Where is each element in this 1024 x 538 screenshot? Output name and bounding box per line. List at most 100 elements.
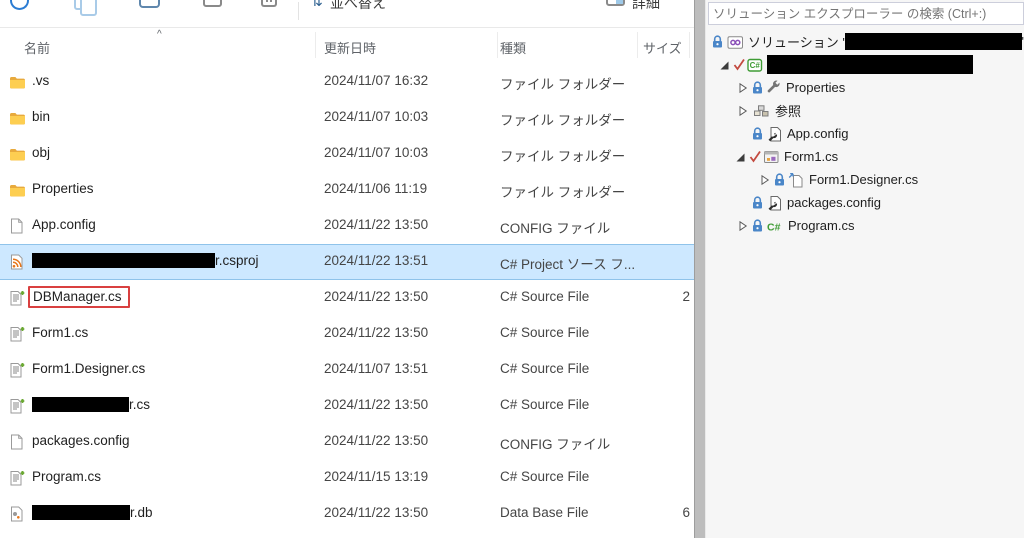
folder-icon	[9, 110, 25, 126]
file-name: packages.config	[32, 433, 130, 448]
table-row-selected[interactable]: r.csproj 2024/11/22 13:51 C# Project ソース…	[0, 244, 694, 280]
search-input[interactable]	[708, 2, 1024, 25]
tree-item-label: Form1.Designer.cs	[809, 172, 919, 187]
file-name: r.csproj	[32, 253, 259, 268]
file-name: Form1.cs	[32, 325, 89, 340]
copy-icon[interactable]	[74, 0, 97, 16]
table-row[interactable]: Form1.Designer.cs 2024/11/07 13:51 C# So…	[0, 352, 694, 388]
config-file-icon	[9, 434, 25, 450]
file-name: App.config	[32, 217, 96, 232]
details-icon[interactable]	[606, 0, 625, 6]
cs-file-icon	[9, 362, 25, 378]
tree-item-project[interactable]: C#	[706, 53, 1024, 76]
file-size: 2	[682, 289, 690, 304]
column-header-type[interactable]: 種類	[500, 38, 526, 57]
sort-button[interactable]: 並べ替え	[330, 0, 386, 13]
cs-file-icon	[9, 290, 25, 306]
toolbar-divider	[298, 2, 299, 20]
file-type: CONFIG ファイル	[500, 437, 611, 452]
file-name: DBManager.cs	[28, 286, 130, 308]
file-date: 2024/11/07 10:03	[324, 145, 429, 160]
file-name: obj	[32, 145, 51, 160]
table-row[interactable]: DBManager.cs 2024/11/22 13:50 C# Source …	[0, 280, 694, 316]
details-button[interactable]: 詳細	[632, 0, 660, 13]
table-row[interactable]: Form1.cs 2024/11/22 13:50 C# Source File	[0, 316, 694, 352]
tree-item-app-config[interactable]: App.config	[706, 122, 1024, 145]
file-date: 2024/11/07 13:51	[324, 361, 429, 376]
sort-caret-icon[interactable]: ^	[157, 29, 162, 40]
tree-item-packages-config[interactable]: packages.config	[706, 191, 1024, 214]
expand-collapsed-icon[interactable]	[734, 80, 750, 96]
expand-expanded-icon[interactable]	[732, 149, 748, 165]
tree-item-label: 参照	[775, 104, 802, 119]
solution-icon	[727, 35, 743, 49]
file-name: Form1.Designer.cs	[32, 361, 146, 376]
file-name: Program.cs	[32, 469, 102, 484]
cs-file-icon	[9, 326, 25, 342]
file-type: C# Source File	[500, 289, 590, 304]
table-row[interactable]: r.cs 2024/11/22 13:50 C# Source File	[0, 388, 694, 424]
file-type: C# Source File	[500, 397, 590, 412]
file-type: C# Source File	[500, 361, 590, 376]
lock-icon	[753, 195, 762, 208]
file-explorer-panel: ⇅ 並べ替え 詳細 ^ 名前 更新日時 種類 サイズ .vs 2024/11/0…	[0, 0, 694, 538]
tree-item-properties[interactable]: Properties	[706, 76, 1024, 99]
table-row[interactable]: .vs 2024/11/07 16:32 ファイル フォルダー	[0, 64, 694, 100]
undo-icon[interactable]	[10, 0, 29, 10]
file-name: r.cs	[32, 397, 150, 412]
sort-icon[interactable]: ⇅	[311, 0, 323, 10]
share-icon[interactable]	[203, 0, 222, 7]
file-date: 2024/11/22 13:51	[324, 253, 429, 268]
table-row[interactable]: packages.config 2024/11/22 13:50 CONFIG …	[0, 424, 694, 460]
lock-icon	[775, 172, 784, 185]
redaction-bar	[32, 505, 130, 520]
file-name: bin	[32, 109, 51, 124]
delete-icon[interactable]	[261, 0, 277, 7]
expand-expanded-icon[interactable]	[716, 57, 732, 73]
redaction-bar	[767, 55, 973, 74]
tree-item-program[interactable]: C# Program.cs	[706, 214, 1024, 237]
column-header-size[interactable]: サイズ	[643, 38, 682, 57]
table-row[interactable]: r.db 2024/11/22 13:50 Data Base File 6	[0, 496, 694, 532]
tree-item-label: Properties	[786, 80, 846, 95]
tree-item-label: ソリューション '	[748, 35, 845, 50]
column-header-row: ^ 名前 更新日時 種類 サイズ	[0, 28, 694, 64]
file-type: ファイル フォルダー	[500, 77, 626, 92]
file-type: C# Source File	[500, 325, 590, 340]
folder-icon	[9, 74, 25, 90]
file-type: CONFIG ファイル	[500, 221, 611, 236]
file-name: r.db	[32, 505, 153, 520]
file-date: 2024/11/15 13:19	[324, 469, 429, 484]
table-row[interactable]: bin 2024/11/07 10:03 ファイル フォルダー	[0, 100, 694, 136]
tree-item-label: Form1.cs	[784, 149, 839, 164]
redaction-bar	[32, 397, 129, 412]
file-name: Properties	[32, 181, 94, 196]
column-header-name[interactable]: 名前	[24, 38, 50, 57]
rename-icon[interactable]	[139, 0, 160, 8]
lock-icon	[753, 80, 762, 93]
svg-text:C#: C#	[767, 221, 781, 233]
table-row[interactable]: Program.cs 2024/11/15 13:19 C# Source Fi…	[0, 460, 694, 496]
file-type: C# Project ソース フ...	[500, 257, 636, 272]
tree-item-solution[interactable]: ソリューション ' '	[706, 30, 1024, 53]
lock-icon	[753, 218, 762, 231]
column-header-modified[interactable]: 更新日時	[324, 38, 376, 57]
file-date: 2024/11/22 13:50	[324, 433, 429, 448]
table-row[interactable]: Properties 2024/11/06 11:19 ファイル フォルダー	[0, 172, 694, 208]
config-wrench-file-icon	[768, 195, 781, 210]
expand-collapsed-icon[interactable]	[756, 172, 772, 188]
file-type: ファイル フォルダー	[500, 113, 626, 128]
expand-collapsed-icon[interactable]	[734, 218, 750, 234]
expand-collapsed-icon[interactable]	[734, 103, 750, 119]
explorer-toolbar: ⇅ 並べ替え 詳細	[0, 0, 694, 28]
tree-item-references[interactable]: 参照	[706, 99, 1024, 122]
db-file-icon	[9, 506, 25, 522]
tree-item-form1-designer[interactable]: Form1.Designer.cs	[706, 168, 1024, 191]
tree-item-form1[interactable]: Form1.cs	[706, 145, 1024, 168]
references-icon	[754, 104, 769, 116]
table-row[interactable]: App.config 2024/11/22 13:50 CONFIG ファイル	[0, 208, 694, 244]
svg-text:C#: C#	[750, 61, 761, 70]
file-date: 2024/11/07 16:32	[324, 73, 429, 88]
solution-explorer-panel: ソリューション ' ' C# Properties 参照 App.	[706, 0, 1024, 538]
table-row[interactable]: obj 2024/11/07 10:03 ファイル フォルダー	[0, 136, 694, 172]
